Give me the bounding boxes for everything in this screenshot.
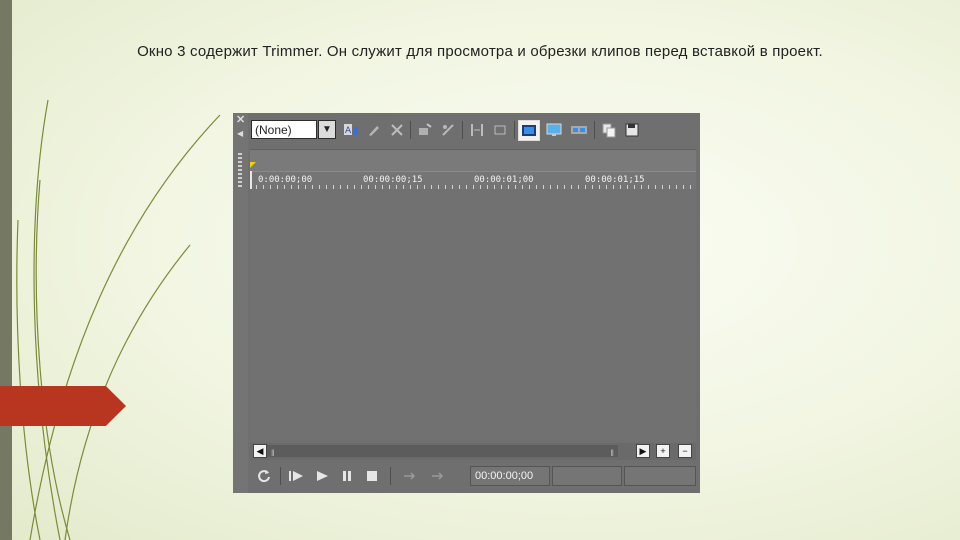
chevron-down-icon[interactable]: ▼ xyxy=(318,120,336,139)
scroll-right-icon[interactable]: ▶ xyxy=(636,444,650,458)
save-icon[interactable] xyxy=(623,121,641,139)
ruler-timecode: 00:00:01;15 xyxy=(585,175,645,185)
toolbar-separator xyxy=(462,121,463,139)
pencil-icon[interactable] xyxy=(365,121,383,139)
dock-strip: ✕ ◀ xyxy=(233,113,248,493)
ruler-timecode: 00:00:00;15 xyxy=(363,175,423,185)
split-icon[interactable] xyxy=(439,121,457,139)
next-frame-icon[interactable] xyxy=(428,467,448,485)
copy-icon[interactable] xyxy=(600,121,618,139)
toolbar-separator xyxy=(410,121,411,139)
media-dropdown-value: (None) xyxy=(255,123,292,137)
marker-bar[interactable] xyxy=(250,149,696,172)
horizontal-scrollbar[interactable]: ◀ ‖ ‖ ▶ + − xyxy=(250,443,696,460)
stop-icon[interactable] xyxy=(362,467,382,485)
dock-grip[interactable] xyxy=(238,153,242,187)
selection-end-field[interactable] xyxy=(624,466,696,486)
ruler-timecode: 00:00:01;00 xyxy=(474,175,534,185)
scroll-left-icon[interactable]: ◀ xyxy=(253,444,267,458)
filmstrip-icon[interactable] xyxy=(570,121,588,139)
prev-frame-icon[interactable] xyxy=(400,467,420,485)
close-icon[interactable]: ✕ xyxy=(236,115,245,126)
trim-left-icon[interactable] xyxy=(468,121,486,139)
slide-heading: Окно 3 содержит Trimmer. Он служит для п… xyxy=(137,43,823,60)
decorative-lines xyxy=(16,99,221,540)
play-icon[interactable] xyxy=(312,467,332,485)
trim-region-icon[interactable] xyxy=(491,121,509,139)
scroll-thumb-left-grip[interactable]: ‖ xyxy=(271,448,275,458)
zoom-out-icon[interactable]: − xyxy=(678,444,692,458)
zoom-in-icon[interactable]: + xyxy=(656,444,670,458)
ruler-timecode: 0:00:00;00 xyxy=(258,175,313,185)
svg-text:A: A xyxy=(345,126,352,136)
pause-icon[interactable] xyxy=(337,467,357,485)
trimmer-window: ✕ ◀ (None) ▼ A 0:00:00;00 00:00:00;15 00… xyxy=(233,113,700,493)
media-dropdown[interactable]: (None) xyxy=(251,120,317,139)
scroll-thumb-right-grip[interactable]: ‖ xyxy=(610,448,614,458)
dock-arrow-icon[interactable]: ◀ xyxy=(237,129,243,138)
show-video-icon[interactable] xyxy=(518,120,540,141)
loop-icon[interactable] xyxy=(254,467,274,485)
scrollbar-track[interactable]: ‖ ‖ xyxy=(267,445,618,458)
add-to-timeline-icon[interactable] xyxy=(416,121,434,139)
current-timecode[interactable]: 00:00:00;00 xyxy=(470,466,550,486)
play-from-start-icon[interactable] xyxy=(287,467,307,485)
delete-icon[interactable] xyxy=(388,121,406,139)
transport-separator xyxy=(280,467,281,485)
transport-separator xyxy=(390,467,391,485)
trimmer-toolbar: (None) ▼ A xyxy=(250,117,696,143)
playhead-cursor[interactable] xyxy=(250,171,252,189)
auto-preview-icon[interactable]: A xyxy=(342,121,360,139)
toolbar-separator xyxy=(594,121,595,139)
slide-arrow-tab xyxy=(0,386,126,426)
time-ruler[interactable]: 0:00:00;00 00:00:00;15 00:00:01;00 00:00… xyxy=(250,171,696,190)
trimmer-canvas[interactable] xyxy=(250,189,696,442)
selection-length-field[interactable] xyxy=(552,466,622,486)
in-point-marker[interactable] xyxy=(250,162,256,168)
toolbar-separator xyxy=(514,121,515,139)
transport-bar: 00:00:00;00 xyxy=(250,463,696,489)
monitor-icon[interactable] xyxy=(545,121,563,139)
